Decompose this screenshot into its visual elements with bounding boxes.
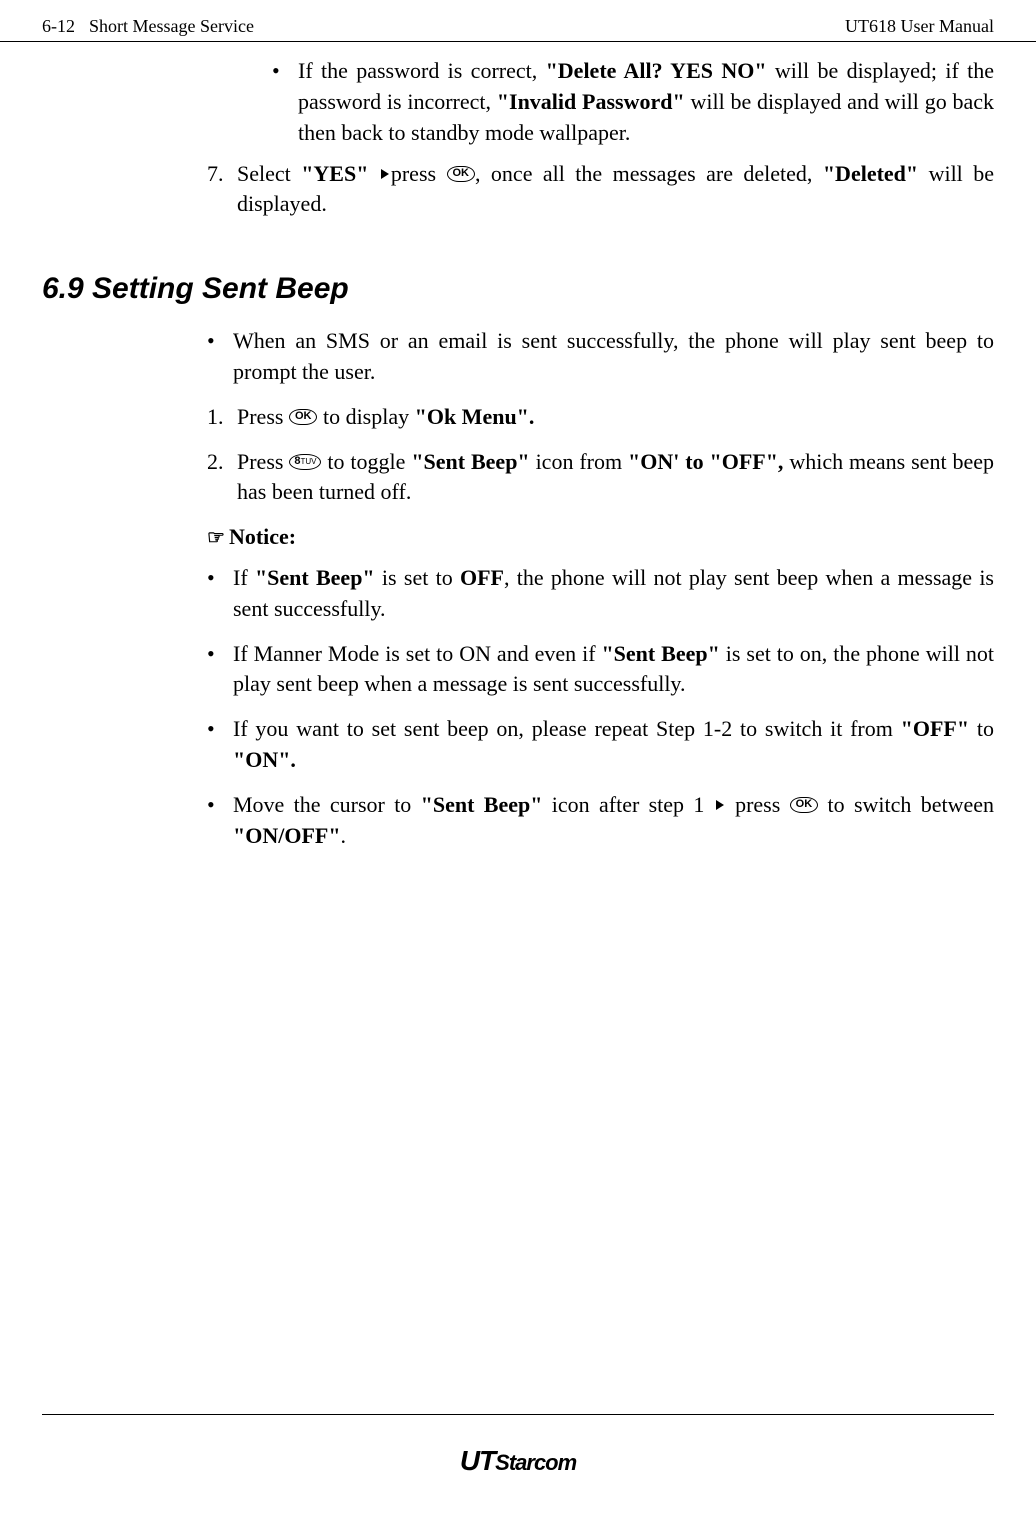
text-bold: "Delete All? YES NO" bbox=[546, 58, 767, 83]
text: . bbox=[341, 823, 347, 848]
pointing-hand-icon: ☞ bbox=[207, 527, 225, 549]
page-header: 6-12 Short Message Service UT618 User Ma… bbox=[0, 0, 1036, 42]
text: If you want to set sent beep on, please … bbox=[233, 716, 901, 741]
ok-button-icon: OK bbox=[447, 166, 476, 182]
bullet-password: If the password is correct, "Delete All?… bbox=[272, 56, 994, 148]
triangle-icon bbox=[381, 169, 389, 179]
text-bold: "OFF" bbox=[901, 716, 969, 741]
text: , once all the messages are deleted, bbox=[475, 161, 823, 186]
bullet-manner-mode: If Manner Mode is set to ON and even if … bbox=[207, 639, 994, 701]
section-title: 6.9 Setting Sent Beep bbox=[42, 268, 994, 310]
step-number: 1. bbox=[207, 402, 224, 433]
utstarcom-logo: UTStarcom bbox=[42, 1441, 994, 1480]
text: to display bbox=[317, 404, 414, 429]
text-bold: "Sent Beep" bbox=[255, 565, 375, 590]
text-bold: "Deleted" bbox=[823, 161, 918, 186]
text-bold: OFF bbox=[460, 565, 504, 590]
text: to switch between bbox=[818, 792, 994, 817]
step-1: 1. Press OK to display "Ok Menu". bbox=[207, 402, 994, 433]
page-footer: UTStarcom bbox=[0, 1394, 1036, 1518]
text: press bbox=[726, 792, 790, 817]
text: Press bbox=[237, 449, 289, 474]
text: to bbox=[969, 716, 994, 741]
bullet-move-cursor: Move the cursor to "Sent Beep" icon afte… bbox=[207, 790, 994, 852]
step-number: 2. bbox=[207, 447, 224, 478]
text: If the password is correct, bbox=[298, 58, 546, 83]
text: to toggle bbox=[321, 449, 411, 474]
text-bold: "Sent Beep" bbox=[411, 449, 529, 474]
text: icon after step 1 bbox=[542, 792, 713, 817]
page-number: 6-12 bbox=[42, 14, 75, 39]
header-left: 6-12 Short Message Service bbox=[42, 14, 254, 39]
text: If bbox=[233, 565, 255, 590]
page-content: If the password is correct, "Delete All?… bbox=[0, 42, 1036, 851]
text-bold: "Ok Menu". bbox=[415, 404, 535, 429]
bullet-off-note: If "Sent Beep" is set to OFF, the phone … bbox=[207, 563, 994, 625]
text-bold: "Invalid Password" bbox=[497, 89, 685, 114]
text-bold: "ON/OFF" bbox=[233, 823, 341, 848]
section-name: Short Message Service bbox=[89, 14, 254, 39]
notice-label: ☞Notice: bbox=[207, 522, 994, 553]
bullet-switch-on: If you want to set sent beep on, please … bbox=[207, 714, 994, 776]
step-number: 7. bbox=[207, 159, 224, 190]
logo-ut: UT bbox=[460, 1445, 495, 1476]
text-bold: "Sent Beep" bbox=[601, 641, 719, 666]
text: If Manner Mode is set to ON and even if bbox=[233, 641, 601, 666]
step-2: 2. Press 8TUV to toggle "Sent Beep" icon… bbox=[207, 447, 994, 509]
bullet-sent-beep-intro: When an SMS or an email is sent successf… bbox=[207, 326, 994, 388]
text: press bbox=[391, 161, 447, 186]
key-8-button-icon: 8TUV bbox=[289, 454, 321, 470]
footer-divider bbox=[42, 1414, 994, 1415]
text: Move the cursor to bbox=[233, 792, 421, 817]
text: When an SMS or an email is sent successf… bbox=[233, 328, 994, 384]
text-bold: "ON". bbox=[233, 747, 296, 772]
text: Press bbox=[237, 404, 289, 429]
text: is set to bbox=[375, 565, 460, 590]
ok-button-icon: OK bbox=[289, 409, 318, 425]
step-7: 7. Select "YES" press OK, once all the m… bbox=[207, 159, 994, 221]
text-bold: "YES" bbox=[301, 161, 368, 186]
text: Select bbox=[237, 161, 301, 186]
text-bold: "ON' to "OFF", bbox=[628, 449, 783, 474]
text: icon from bbox=[530, 449, 628, 474]
manual-name: UT618 User Manual bbox=[845, 14, 994, 39]
logo-starcom: Starcom bbox=[495, 1450, 576, 1475]
ok-button-icon: OK bbox=[790, 797, 819, 813]
text-bold: "Sent Beep" bbox=[421, 792, 543, 817]
notice-text: Notice: bbox=[229, 524, 296, 549]
triangle-icon bbox=[716, 800, 724, 810]
